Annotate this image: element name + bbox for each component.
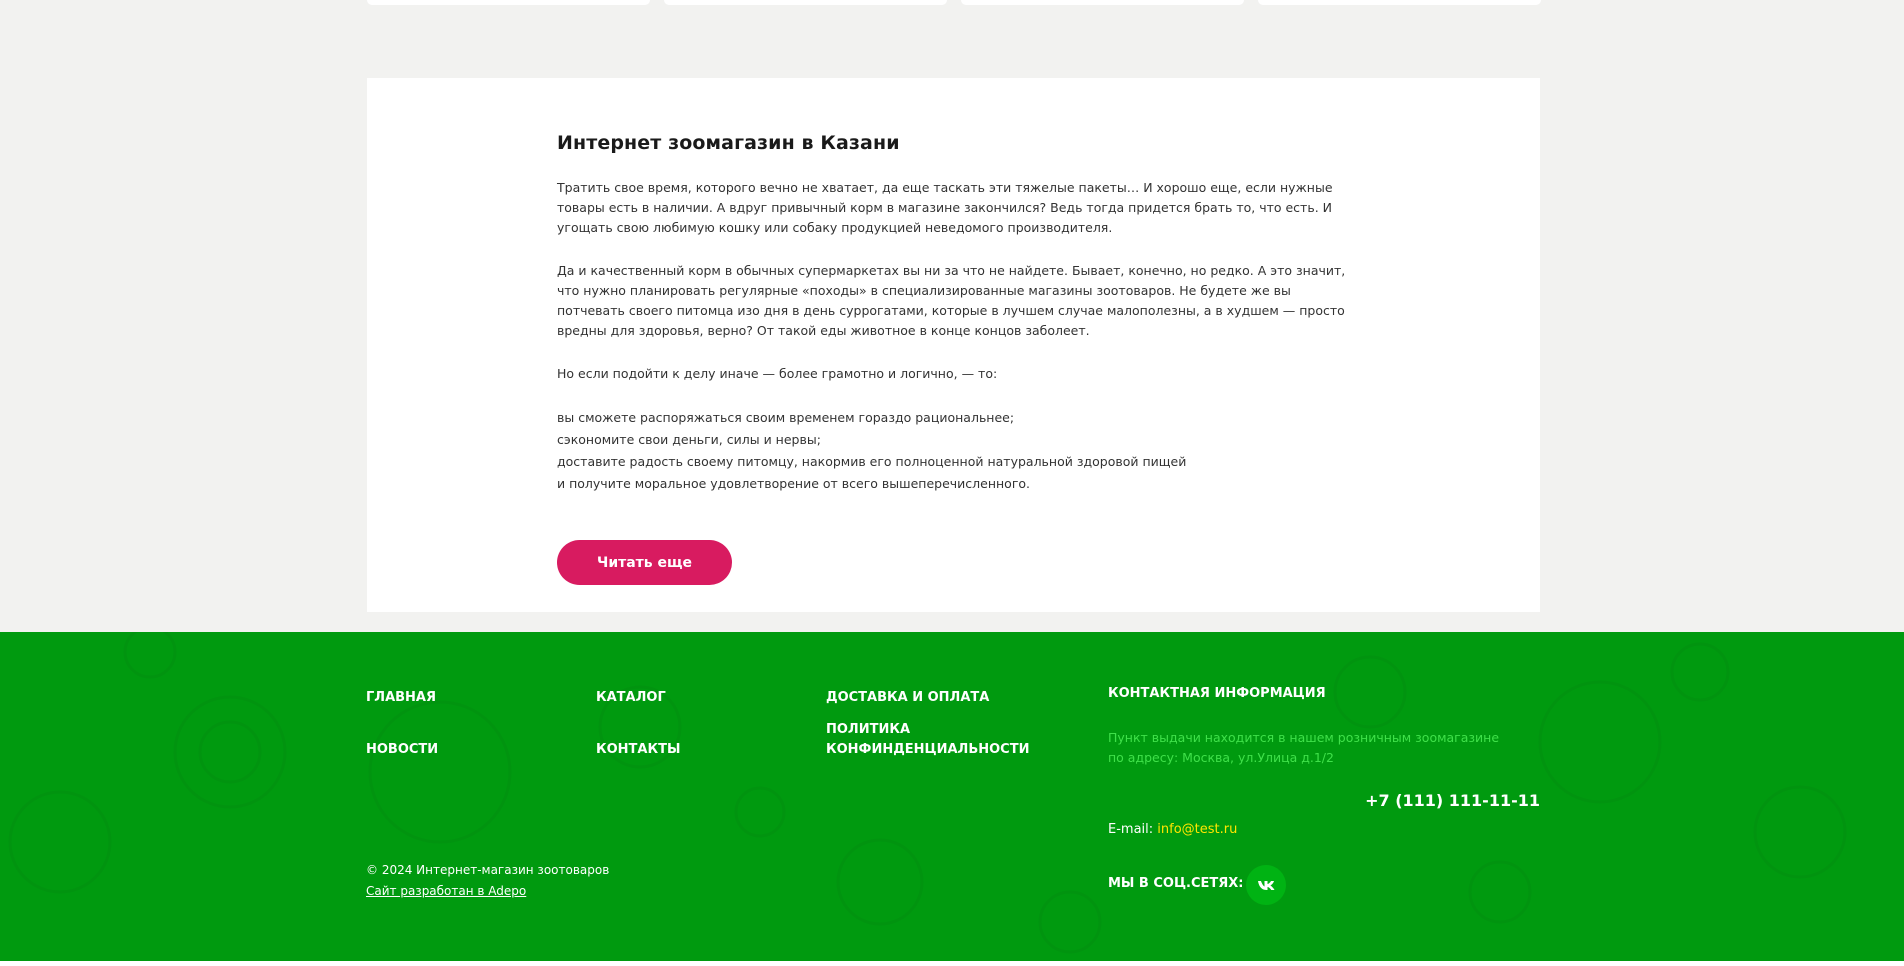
footer-link-news[interactable]: НОВОСТИ (366, 740, 438, 760)
product-card-bottom[interactable] (1258, 0, 1541, 5)
seo-content: Интернет зоомагазин в Казани Тратить сво… (557, 132, 1347, 495)
copyright: © 2024 Интернет-магазин зоотоваров (366, 863, 610, 877)
list-item: и получите моральное удовлетворение от в… (557, 476, 1031, 491)
email-row: E-mail: info@test.ru (1108, 822, 1237, 837)
social-label: МЫ В СОЦ.СЕТЯХ: (1108, 876, 1244, 891)
contact-info-title: КОНТАКТНАЯ ИНФОРМАЦИЯ (1108, 686, 1326, 701)
developer-link[interactable]: Сайт разработан в Adepo (366, 884, 526, 898)
email-link[interactable]: info@test.ru (1157, 822, 1237, 837)
phone-link[interactable]: +7 (111) 111-11-11 (1365, 791, 1540, 810)
seo-paragraph: Тратить свое время, которого вечно не хв… (557, 180, 1333, 235)
benefits-list: вы сможете распоряжаться своим временем … (557, 407, 1347, 495)
footer-link-contacts[interactable]: КОНТАКТЫ (596, 740, 680, 760)
address-text: Пункт выдачи находится в нашем розничным… (1108, 730, 1500, 765)
read-more-button[interactable]: Читать еще (557, 540, 732, 585)
list-item: доставите радость своему питомцу, накорм… (557, 454, 1187, 469)
email-label: E-mail: (1108, 822, 1158, 837)
seo-paragraphs: Тратить свое время, которого вечно не хв… (557, 178, 1347, 384)
list-item: вы сможете распоряжаться своим временем … (557, 410, 1015, 425)
seo-title: Интернет зоомагазин в Казани (557, 132, 900, 154)
vk-icon (1258, 880, 1275, 890)
seo-paragraph: Но если подойти к делу иначе — более гра… (557, 366, 998, 381)
paw-pattern-icon (8, 632, 1847, 954)
footer-link-catalog[interactable]: КАТАЛОГ (596, 688, 666, 708)
footer-link-privacy[interactable]: ПОЛИТИКА КОНФИНДЕНЦИАЛЬНОСТИ (826, 720, 1029, 760)
vk-button[interactable] (1246, 865, 1286, 905)
site-footer: ГЛАВНАЯ КАТАЛОГ ДОСТАВКА И ОПЛАТА НОВОСТ… (0, 632, 1904, 961)
product-card-bottom[interactable] (664, 0, 947, 5)
seo-paragraph: Да и качественный корм в обычных суперма… (557, 263, 1346, 338)
seo-text-block: Интернет зоомагазин в Казани Тратить сво… (367, 78, 1540, 612)
product-card-bottom[interactable] (961, 0, 1244, 5)
list-item: сэкономите свои деньги, силы и нервы; (557, 432, 821, 447)
footer-link-delivery[interactable]: ДОСТАВКА И ОПЛАТА (826, 688, 989, 708)
footer-link-home[interactable]: ГЛАВНАЯ (366, 688, 436, 708)
product-card-bottom[interactable] (367, 0, 650, 5)
